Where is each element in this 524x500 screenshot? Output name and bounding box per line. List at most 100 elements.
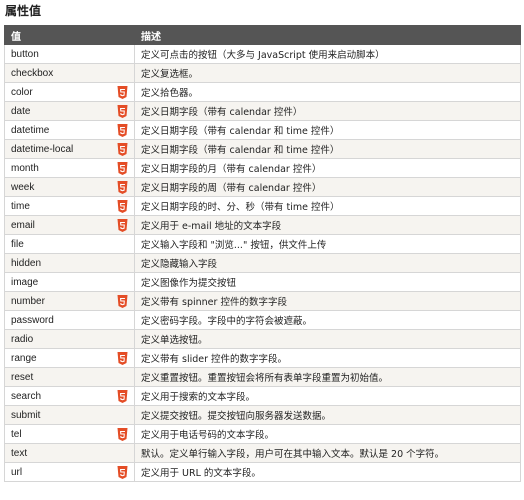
table-row: image 定义图像作为提交按钮	[4, 272, 521, 292]
table-row: week 定义日期字段的周（带有 calendar 控件）	[4, 177, 521, 197]
html5-icon	[117, 105, 128, 118]
value-text: tel	[11, 428, 22, 440]
value-cell: month	[4, 158, 135, 178]
value-text: password	[11, 314, 54, 326]
description-cell: 定义密码字段。字段中的字符会被遮蔽。	[134, 310, 521, 330]
description-cell: 定义用于 URL 的文本字段。	[134, 462, 521, 482]
description-cell: 定义重置按钮。重置按钮会将所有表单字段重置为初始值。	[134, 367, 521, 387]
table-row: email 定义用于 e-mail 地址的文本字段	[4, 215, 521, 235]
value-cell: datetime	[4, 120, 135, 140]
description-cell: 定义日期字段的月（带有 calendar 控件）	[134, 158, 521, 178]
value-text: button	[11, 48, 39, 60]
value-text: submit	[11, 409, 41, 421]
value-text: date	[11, 105, 31, 117]
value-cell: search	[4, 386, 135, 406]
value-text: datetime-local	[11, 143, 74, 155]
description-cell: 默认。定义单行输入字段，用户可在其中输入文本。默认是 20 个字符。	[134, 443, 521, 463]
value-text: hidden	[11, 257, 42, 269]
table-header-row: 值 描述	[4, 25, 521, 45]
table-row: radio 定义单选按钮。	[4, 329, 521, 349]
table-row: color 定义拾色器。	[4, 82, 521, 102]
value-text: url	[11, 466, 23, 478]
description-cell: 定义图像作为提交按钮	[134, 272, 521, 292]
value-cell: hidden	[4, 253, 135, 273]
html5-icon	[117, 162, 128, 175]
value-cell: password	[4, 310, 135, 330]
description-cell: 定义用于 e-mail 地址的文本字段	[134, 215, 521, 235]
value-cell: week	[4, 177, 135, 197]
table-row: button 定义可点击的按钮（大多与 JavaScript 使用来启动脚本）	[4, 44, 521, 64]
html5-icon	[117, 86, 128, 99]
value-cell: submit	[4, 405, 135, 425]
html5-icon	[117, 428, 128, 441]
value-cell: checkbox	[4, 63, 135, 83]
value-cell: reset	[4, 367, 135, 387]
value-cell: number	[4, 291, 135, 311]
value-cell: url	[4, 462, 135, 482]
description-cell: 定义提交按钮。提交按钮向服务器发送数据。	[134, 405, 521, 425]
value-cell: file	[4, 234, 135, 254]
description-cell: 定义复选框。	[134, 63, 521, 83]
attribute-values-table: 值 描述 button 定义可点击的按钮（大多与 JavaScript 使用来启动…	[4, 25, 521, 482]
description-cell: 定义带有 slider 控件的数字字段。	[134, 348, 521, 368]
column-header-description: 描述	[134, 25, 521, 45]
value-cell: text	[4, 443, 135, 463]
description-cell: 定义可点击的按钮（大多与 JavaScript 使用来启动脚本）	[134, 44, 521, 64]
value-cell: tel	[4, 424, 135, 444]
table-row: date 定义日期字段（带有 calendar 控件）	[4, 101, 521, 121]
column-header-value: 值	[4, 25, 135, 45]
html5-icon	[117, 295, 128, 308]
value-text: checkbox	[11, 67, 54, 79]
value-cell: date	[4, 101, 135, 121]
value-text: image	[11, 276, 39, 288]
value-cell: image	[4, 272, 135, 292]
description-cell: 定义日期字段（带有 calendar 和 time 控件）	[134, 120, 521, 140]
value-cell: color	[4, 82, 135, 102]
html5-icon	[117, 352, 128, 365]
description-cell: 定义带有 spinner 控件的数字字段	[134, 291, 521, 311]
html5-icon	[117, 181, 128, 194]
html5-icon	[117, 143, 128, 156]
value-cell: range	[4, 348, 135, 368]
description-cell: 定义日期字段（带有 calendar 和 time 控件）	[134, 139, 521, 159]
value-text: number	[11, 295, 45, 307]
table-row: tel 定义用于电话号码的文本字段。	[4, 424, 521, 444]
table-row: month 定义日期字段的月（带有 calendar 控件）	[4, 158, 521, 178]
value-text: time	[11, 200, 30, 212]
value-text: reset	[11, 371, 34, 383]
table-row: text 默认。定义单行输入字段，用户可在其中输入文本。默认是 20 个字符。	[4, 443, 521, 463]
description-cell: 定义日期字段的时、分、秒（带有 time 控件）	[134, 196, 521, 216]
value-text: range	[11, 352, 37, 364]
table-row: datetime-local 定义日期字段（带有 calendar 和 time …	[4, 139, 521, 159]
table-row: submit 定义提交按钮。提交按钮向服务器发送数据。	[4, 405, 521, 425]
description-cell: 定义用于电话号码的文本字段。	[134, 424, 521, 444]
table-row: range 定义带有 slider 控件的数字字段。	[4, 348, 521, 368]
description-cell: 定义日期字段（带有 calendar 控件）	[134, 101, 521, 121]
table-row: password 定义密码字段。字段中的字符会被遮蔽。	[4, 310, 521, 330]
html5-icon	[117, 200, 128, 213]
table-row: reset 定义重置按钮。重置按钮会将所有表单字段重置为初始值。	[4, 367, 521, 387]
description-cell: 定义隐藏输入字段	[134, 253, 521, 273]
html5-icon	[117, 390, 128, 403]
page-title: 属性值	[5, 4, 42, 18]
value-cell: time	[4, 196, 135, 216]
html5-icon	[117, 466, 128, 479]
value-text: radio	[11, 333, 34, 345]
value-text: search	[11, 390, 42, 402]
value-text: text	[11, 447, 28, 459]
description-cell: 定义输入字段和 "浏览..." 按钮，供文件上传	[134, 234, 521, 254]
table-row: time 定义日期字段的时、分、秒（带有 time 控件）	[4, 196, 521, 216]
table-row: hidden 定义隐藏输入字段	[4, 253, 521, 273]
table-row: datetime 定义日期字段（带有 calendar 和 time 控件）	[4, 120, 521, 140]
value-text: week	[11, 181, 35, 193]
table-row: file 定义输入字段和 "浏览..." 按钮，供文件上传	[4, 234, 521, 254]
description-cell: 定义单选按钮。	[134, 329, 521, 349]
value-cell: datetime-local	[4, 139, 135, 159]
value-cell: button	[4, 44, 135, 64]
value-text: color	[11, 86, 33, 98]
table-row: checkbox 定义复选框。	[4, 63, 521, 83]
value-text: email	[11, 219, 35, 231]
description-cell: 定义拾色器。	[134, 82, 521, 102]
table-row: url 定义用于 URL 的文本字段。	[4, 462, 521, 482]
table-row: number 定义带有 spinner 控件的数字字段	[4, 291, 521, 311]
